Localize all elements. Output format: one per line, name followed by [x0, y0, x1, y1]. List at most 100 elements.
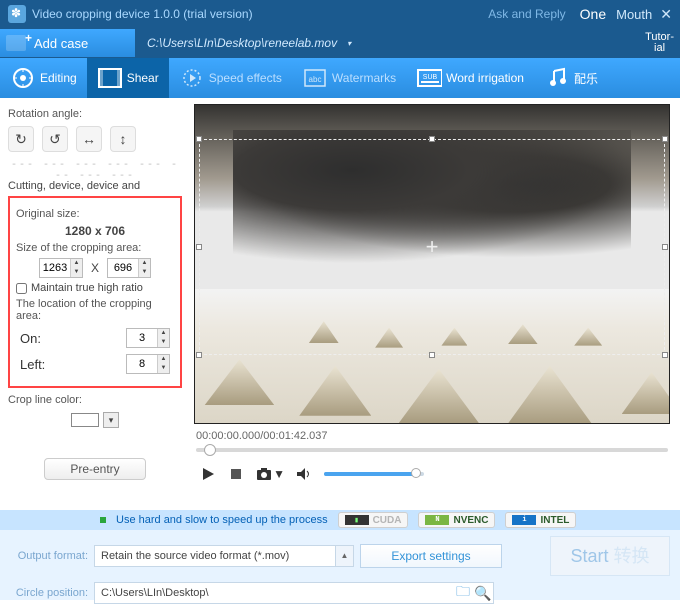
tutorial-link[interactable]: Tutor- ial [645, 32, 680, 54]
seek-slider[interactable] [196, 444, 668, 454]
on-label: On: [20, 331, 41, 346]
crop-color-picker-button[interactable]: ▾ [103, 412, 119, 428]
case-bar: Add case C:\Users\LIn\Desktop\reneelab.m… [0, 28, 680, 58]
output-path-field-wrap: 🗀 🔍 [94, 582, 494, 604]
crop-handle[interactable] [662, 136, 668, 142]
spin-up-icon[interactable]: ▲ [157, 355, 169, 364]
crop-width-field[interactable] [40, 259, 70, 277]
volume-thumb[interactable] [411, 468, 421, 478]
crop-height-input[interactable]: ▲▼ [107, 258, 151, 278]
crop-handle[interactable] [662, 352, 668, 358]
crop-handle[interactable] [196, 136, 202, 142]
tool-tabs: Editing Shear Speed effects abc Watermar… [0, 58, 680, 98]
stop-button[interactable] [228, 466, 244, 482]
close-icon[interactable]: ✕ [660, 6, 672, 23]
ask-reply-link[interactable]: Ask and Reply [488, 7, 565, 21]
music-icon [544, 65, 570, 91]
divider-dashes: --- --- --- --- --- --- --- --- [8, 160, 182, 182]
crop-center-icon: + [426, 234, 439, 260]
titlebar-one-label: One [580, 6, 606, 22]
svg-text:abc: abc [308, 75, 321, 84]
start-button[interactable]: Start 转换 [550, 536, 670, 576]
play-button[interactable] [200, 466, 216, 482]
crop-height-field[interactable] [108, 259, 138, 277]
volume-slider[interactable] [324, 472, 424, 476]
rotate-cw-button[interactable]: ↻ [8, 126, 34, 152]
left-label: Left: [20, 357, 45, 372]
pre-entry-button[interactable]: Pre-entry [44, 458, 146, 480]
crop-handle[interactable] [429, 136, 435, 142]
original-size-value: 1280 x 706 [16, 224, 174, 238]
snapshot-menu-button[interactable]: ▼ [274, 466, 284, 482]
crop-width-input[interactable]: ▲▼ [39, 258, 83, 278]
tab-editing[interactable]: Editing [0, 58, 87, 98]
intel-logo-icon: i [512, 515, 536, 525]
tab-speed-effects[interactable]: Speed effects [169, 58, 292, 98]
settings-panel: Rotation angle: ↻ ↺ ↔ ↕ --- --- --- --- … [0, 98, 190, 510]
on-field[interactable] [127, 329, 157, 347]
crop-handle[interactable] [662, 244, 668, 250]
start-button-ghost: 转换 [609, 546, 650, 566]
video-preview[interactable]: + [194, 104, 670, 424]
source-file-tab[interactable]: C:\Users\LIn\Desktop\reneelab.mov ▾ [147, 36, 337, 50]
spin-down-icon[interactable]: ▼ [157, 338, 169, 347]
add-case-icon [6, 35, 26, 51]
output-path-field[interactable] [95, 587, 453, 599]
volume-icon[interactable] [296, 466, 312, 482]
output-format-dropdown[interactable]: ▲ [94, 545, 354, 567]
seek-thumb[interactable] [204, 444, 216, 456]
spin-down-icon[interactable]: ▼ [157, 364, 169, 373]
crop-handle[interactable] [196, 352, 202, 358]
tab-shear[interactable]: Shear [87, 58, 169, 98]
spin-down-icon[interactable]: ▼ [138, 268, 150, 277]
cuda-chip[interactable]: ▮CUDA [338, 512, 409, 528]
left-input[interactable]: ▲▼ [126, 354, 170, 374]
flip-vertical-button[interactable]: ↕ [110, 126, 136, 152]
spin-up-icon[interactable]: ▲ [138, 259, 150, 268]
on-input[interactable]: ▲▼ [126, 328, 170, 348]
add-case-button[interactable]: Add case [0, 29, 135, 57]
rotation-angle-label: Rotation angle: [8, 108, 182, 120]
watermark-icon: abc [302, 65, 328, 91]
rotate-ccw-button[interactable]: ↺ [42, 126, 68, 152]
tab-watermarks[interactable]: abc Watermarks [292, 58, 406, 98]
app-title: Video cropping device 1.0.0 (trial versi… [32, 7, 253, 21]
cuda-logo-icon: ▮ [345, 515, 369, 525]
start-button-label: Start [570, 546, 608, 566]
spin-up-icon[interactable]: ▲ [157, 329, 169, 338]
nvenc-chip[interactable]: NNVENC [418, 512, 495, 528]
crop-frame[interactable]: + [199, 139, 665, 355]
titlebar-mouth-label: Mouth [616, 7, 652, 22]
editing-icon [10, 65, 36, 91]
crop-line-color-label: Crop line color: [8, 394, 182, 406]
tab-music-label: 配乐 [574, 70, 598, 87]
spin-up-icon[interactable]: ▲ [70, 259, 82, 268]
chevron-down-icon: ▾ [347, 39, 351, 48]
open-folder-icon[interactable]: 🔍 [473, 585, 493, 602]
tab-watermarks-label: Watermarks [332, 71, 396, 85]
output-bar: Output format: ▲ Export settings Start 转… [0, 530, 680, 600]
shear-icon [97, 65, 123, 91]
crop-handle[interactable] [196, 244, 202, 250]
flip-horizontal-button[interactable]: ↔ [76, 126, 102, 152]
export-settings-button[interactable]: Export settings [360, 544, 502, 568]
tab-word-irrigation[interactable]: SUB Word irrigation [406, 58, 534, 98]
subtitle-icon: SUB [416, 65, 442, 91]
output-format-field[interactable] [95, 550, 335, 562]
left-field[interactable] [127, 355, 157, 373]
maintain-ratio-checkbox[interactable] [16, 283, 27, 294]
svg-text:SUB: SUB [423, 74, 438, 81]
intel-chip[interactable]: iINTEL [505, 512, 576, 528]
crop-handle[interactable] [429, 352, 435, 358]
crop-size-label: Size of the cropping area: [16, 242, 174, 254]
status-dot-icon [100, 517, 106, 523]
browse-folder-icon[interactable]: 🗀 [453, 581, 473, 605]
title-bar: Video cropping device 1.0.0 (trial versi… [0, 0, 680, 28]
add-case-label: Add case [34, 36, 88, 51]
tab-music[interactable]: 配乐 [534, 58, 608, 98]
x-separator: X [91, 261, 99, 275]
dropdown-up-icon[interactable]: ▲ [335, 546, 353, 566]
nvenc-logo-icon: N [425, 515, 449, 525]
snapshot-button[interactable] [256, 466, 272, 482]
spin-down-icon[interactable]: ▼ [70, 268, 82, 277]
